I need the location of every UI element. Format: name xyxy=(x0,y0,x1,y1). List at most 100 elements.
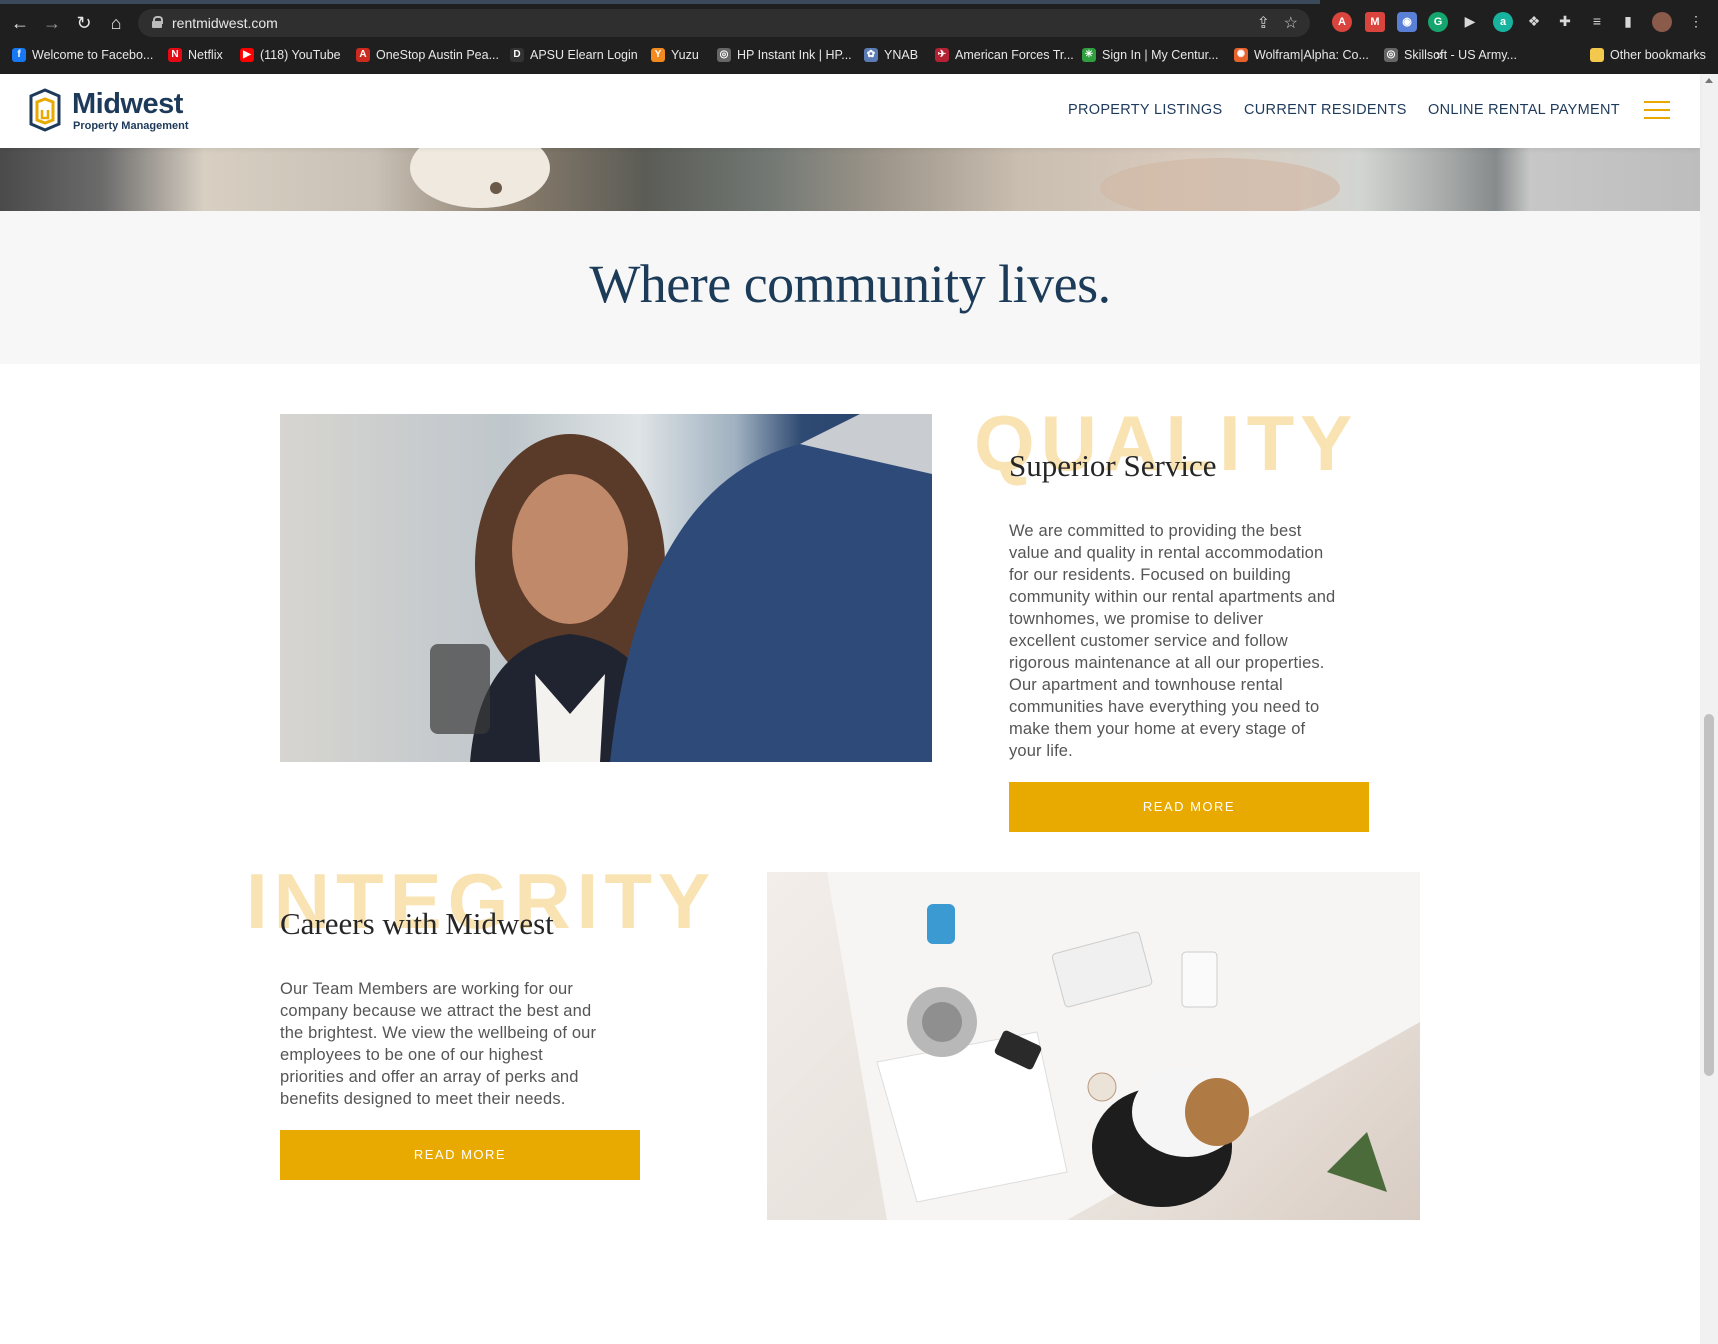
other-bookmarks[interactable]: Other bookmarks xyxy=(1590,46,1706,64)
bookmark-item[interactable]: ▶ (118) YouTube xyxy=(240,46,341,64)
photo-illustration xyxy=(430,414,932,762)
bookmark-label: YNAB xyxy=(884,48,919,62)
lock-icon[interactable] xyxy=(152,16,163,28)
camera-extension-icon[interactable]: ◉ xyxy=(1397,12,1417,32)
careers-text: Our Team Members are working for our com… xyxy=(280,978,660,1110)
hamburger-menu-icon[interactable] xyxy=(1644,101,1670,119)
logo-name: Midwest xyxy=(72,88,183,120)
bookmark-favicon-icon: ◎ xyxy=(1384,48,1398,62)
scrollbar-thumb[interactable] xyxy=(1704,714,1714,1076)
hero-image-detail xyxy=(490,182,502,194)
logo-mark-icon xyxy=(29,88,61,132)
back-icon[interactable]: ← xyxy=(8,12,32,34)
bookmark-item[interactable]: A OneStop Austin Pea... xyxy=(356,46,499,64)
browser-chrome: ← → ↻ ⌂ rentmidwest.com ⇪ ☆ A M ◉ G ▶ a … xyxy=(0,0,1718,74)
midwest-logo[interactable]: Midwest Property Management xyxy=(28,88,208,136)
a-extension-icon[interactable]: a xyxy=(1493,12,1513,32)
bookmark-item[interactable]: ◎ Skillsoft - US Army... xyxy=(1384,46,1517,64)
text-line: excellent customer service and follow xyxy=(1009,632,1288,650)
bookmark-label: APSU Elearn Login xyxy=(530,48,638,62)
bookmark-favicon-icon: ✿ xyxy=(864,48,878,62)
smiling-woman-photo xyxy=(280,414,932,762)
bookmark-item[interactable]: Y Yuzu xyxy=(651,46,699,64)
nav-online-rental-payment[interactable]: ONLINE RENTAL PAYMENT xyxy=(1428,102,1620,118)
bookmark-item[interactable]: ✿ YNAB xyxy=(864,46,918,64)
url-text[interactable]: rentmidwest.com xyxy=(172,15,278,31)
text-line: company because we attract the best and xyxy=(280,1002,592,1020)
reload-icon[interactable]: ↻ xyxy=(72,12,96,34)
hero-image-detail xyxy=(410,148,550,208)
bookmark-label: HP Instant Ink | HP... xyxy=(737,48,852,62)
bookmark-favicon-icon: ✈ xyxy=(935,48,949,62)
hero-image-detail xyxy=(1100,158,1340,211)
bookmarks-bar: » Other bookmarks f Welcome to Facebo... N… xyxy=(0,42,1718,68)
site-header: Midwest Property Management PROPERTY LIS… xyxy=(0,74,1700,148)
text-line: townhomes, we promise to deliver xyxy=(1009,610,1264,628)
text-line: Our Team Members are working for our xyxy=(280,980,574,998)
superior-service-title: Superior Service xyxy=(1009,448,1217,483)
text-line: We are committed to providing the best xyxy=(1009,522,1302,540)
folder-icon xyxy=(1590,48,1604,62)
dropbox-extension-icon[interactable]: ❖ xyxy=(1526,13,1542,29)
scroll-up-arrow-icon[interactable] xyxy=(1705,78,1713,83)
forward-icon[interactable]: → xyxy=(40,12,64,34)
text-line: employees to be one of our highest xyxy=(280,1046,543,1064)
bookmark-label: Yuzu xyxy=(671,48,699,62)
side-panel-icon[interactable]: ▮ xyxy=(1620,13,1636,29)
logo-subtitle: Property Management xyxy=(73,120,189,132)
adblock-extension-icon[interactable]: A xyxy=(1332,12,1352,32)
bookmark-star-icon[interactable]: ☆ xyxy=(1284,13,1298,33)
nav-current-residents[interactable]: CURRENT RESIDENTS xyxy=(1244,102,1407,118)
page-scrollbar[interactable] xyxy=(1700,74,1718,1344)
quality-read-more-button[interactable]: READ MORE xyxy=(1009,782,1369,832)
bookmark-label: OneStop Austin Pea... xyxy=(376,48,499,62)
text-line: for our residents. Focused on building xyxy=(1009,566,1291,584)
text-line: Our apartment and townhouse rental xyxy=(1009,676,1283,694)
home-icon[interactable]: ⌂ xyxy=(104,12,128,34)
office-desk-photo xyxy=(767,872,1420,1220)
grammarly-extension-icon[interactable]: G xyxy=(1428,12,1448,32)
profile-avatar-icon[interactable] xyxy=(1652,12,1672,32)
careers-title: Careers with Midwest xyxy=(280,906,554,941)
superior-service-text: We are committed to providing the best v… xyxy=(1009,520,1389,762)
address-bar[interactable]: rentmidwest.com ⇪ ☆ xyxy=(138,9,1310,37)
hero-image xyxy=(0,148,1700,211)
text-line: priorities and offer an array of perks a… xyxy=(280,1068,579,1086)
text-line: make them your home at every stage of xyxy=(1009,720,1306,738)
bookmark-favicon-icon: ◎ xyxy=(717,48,731,62)
bookmark-label: Wolfram|Alpha: Co... xyxy=(1254,48,1369,62)
bookmark-label: American Forces Tr... xyxy=(955,48,1074,62)
tab-strip-edge xyxy=(0,0,1320,4)
extensions-puzzle-icon[interactable]: ✚ xyxy=(1557,13,1573,29)
bookmark-item[interactable]: D APSU Elearn Login xyxy=(510,46,638,64)
bookmark-label: (118) YouTube xyxy=(260,48,341,62)
text-line: communities have everything you need to xyxy=(1009,698,1320,716)
text-line: the brightest. We view the wellbeing of … xyxy=(280,1024,597,1042)
gmail-extension-icon[interactable]: M xyxy=(1365,12,1385,32)
nav-property-listings[interactable]: PROPERTY LISTINGS xyxy=(1068,102,1222,118)
text-line: value and quality in rental accommodatio… xyxy=(1009,544,1324,562)
tagline: Where community lives. xyxy=(589,254,1111,314)
share-icon[interactable]: ⇪ xyxy=(1257,13,1270,33)
bookmark-favicon-icon: A xyxy=(356,48,370,62)
play-extension-icon[interactable]: ▶ xyxy=(1462,13,1478,29)
bookmark-item[interactable]: ✈ American Forces Tr... xyxy=(935,46,1074,64)
text-line: community within our rental apartments a… xyxy=(1009,588,1336,606)
bookmark-favicon-icon: f xyxy=(12,48,26,62)
bookmark-item[interactable]: ◎ HP Instant Ink | HP... xyxy=(717,46,852,64)
tagline-band: Where community lives. xyxy=(0,211,1700,364)
text-line: rigorous maintenance at all our properti… xyxy=(1009,654,1325,672)
bookmark-favicon-icon: D xyxy=(510,48,524,62)
bookmark-favicon-icon: ✺ xyxy=(1234,48,1248,62)
careers-read-more-button[interactable]: READ MORE xyxy=(280,1130,640,1180)
bookmark-item[interactable]: f Welcome to Facebo... xyxy=(12,46,153,64)
bookmark-item[interactable]: ✺ Wolfram|Alpha: Co... xyxy=(1234,46,1369,64)
other-bookmarks-label: Other bookmarks xyxy=(1610,48,1706,62)
media-control-icon[interactable]: ≡ xyxy=(1589,13,1605,29)
bookmark-item[interactable]: ✳ Sign In | My Centur... xyxy=(1082,46,1219,64)
bookmark-label: Netflix xyxy=(188,48,223,62)
bookmark-favicon-icon: ✳ xyxy=(1082,48,1096,62)
bookmark-item[interactable]: N Netflix xyxy=(168,46,223,64)
bookmark-favicon-icon: N xyxy=(168,48,182,62)
browser-menu-icon[interactable]: ⋮ xyxy=(1688,13,1704,29)
